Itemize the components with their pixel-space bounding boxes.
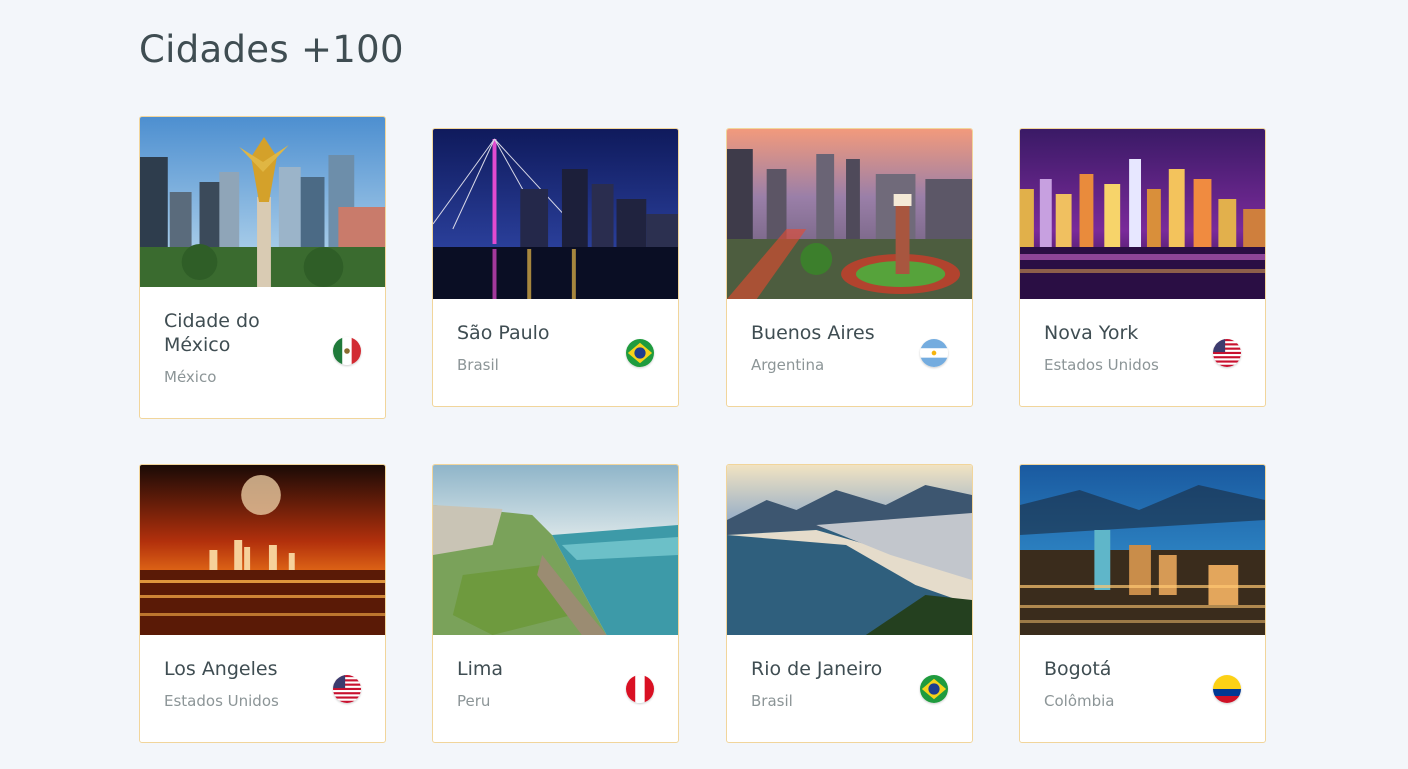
city-name: Buenos Aires: [751, 322, 875, 344]
city-card-los-angeles[interactable]: Los Angeles Estados Unidos: [139, 464, 386, 743]
city-card-mexico-city[interactable]: Cidade do México México: [139, 116, 386, 419]
country-name: Estados Unidos: [164, 692, 279, 710]
mexico-flag-icon: [333, 337, 361, 365]
los-angeles-photo: [140, 465, 385, 635]
card-body: Cidade do México México: [140, 287, 385, 386]
city-name: Cidade do México: [164, 310, 260, 356]
mexico-city-photo: [140, 117, 385, 287]
buenos-aires-photo: [727, 129, 972, 299]
city-card-new-york[interactable]: Nova York Estados Unidos: [1019, 128, 1266, 407]
card-body: São Paulo Brasil: [433, 299, 678, 374]
country-name: Estados Unidos: [1044, 356, 1159, 374]
card-body: Buenos Aires Argentina: [727, 299, 972, 374]
country-name: Brasil: [457, 356, 499, 374]
country-name: Argentina: [751, 356, 825, 374]
city-name: Nova York: [1044, 322, 1139, 344]
card-body: Los Angeles Estados Unidos: [140, 635, 385, 710]
country-name: Brasil: [751, 692, 793, 710]
card-body: Lima Peru: [433, 635, 678, 710]
city-card-sao-paulo[interactable]: São Paulo Brasil: [432, 128, 679, 407]
country-name: Colômbia: [1044, 692, 1115, 710]
sao-paulo-photo: [433, 129, 678, 299]
brazil-flag-icon: [626, 339, 654, 367]
card-body: Rio de Janeiro Brasil: [727, 635, 972, 710]
card-body: Bogotá Colômbia: [1020, 635, 1265, 710]
usa-flag-icon: [1213, 339, 1241, 367]
city-name: Rio de Janeiro: [751, 658, 883, 680]
city-name: Lima: [457, 658, 504, 680]
card-body: Nova York Estados Unidos: [1020, 299, 1265, 374]
city-card-bogota[interactable]: Bogotá Colômbia: [1019, 464, 1266, 743]
peru-flag-icon: [626, 675, 654, 703]
city-name: Bogotá: [1044, 658, 1112, 680]
city-card-rio-de-janeiro[interactable]: Rio de Janeiro Brasil: [726, 464, 973, 743]
rio-de-janeiro-photo: [727, 465, 972, 635]
bogota-photo: [1020, 465, 1265, 635]
argentina-flag-icon: [920, 339, 948, 367]
lima-photo: [433, 465, 678, 635]
page-title: Cidades +100: [139, 28, 404, 71]
city-card-lima[interactable]: Lima Peru: [432, 464, 679, 743]
city-name: São Paulo: [457, 322, 550, 344]
new-york-photo: [1020, 129, 1265, 299]
city-name: Los Angeles: [164, 658, 278, 680]
cities-page: Cidades +100 Cidade do México México São…: [0, 0, 1408, 769]
usa-flag-icon: [333, 675, 361, 703]
city-card-buenos-aires[interactable]: Buenos Aires Argentina: [726, 128, 973, 407]
brazil-flag-icon: [920, 675, 948, 703]
country-name: México: [164, 368, 217, 386]
colombia-flag-icon: [1213, 675, 1241, 703]
country-name: Peru: [457, 692, 491, 710]
